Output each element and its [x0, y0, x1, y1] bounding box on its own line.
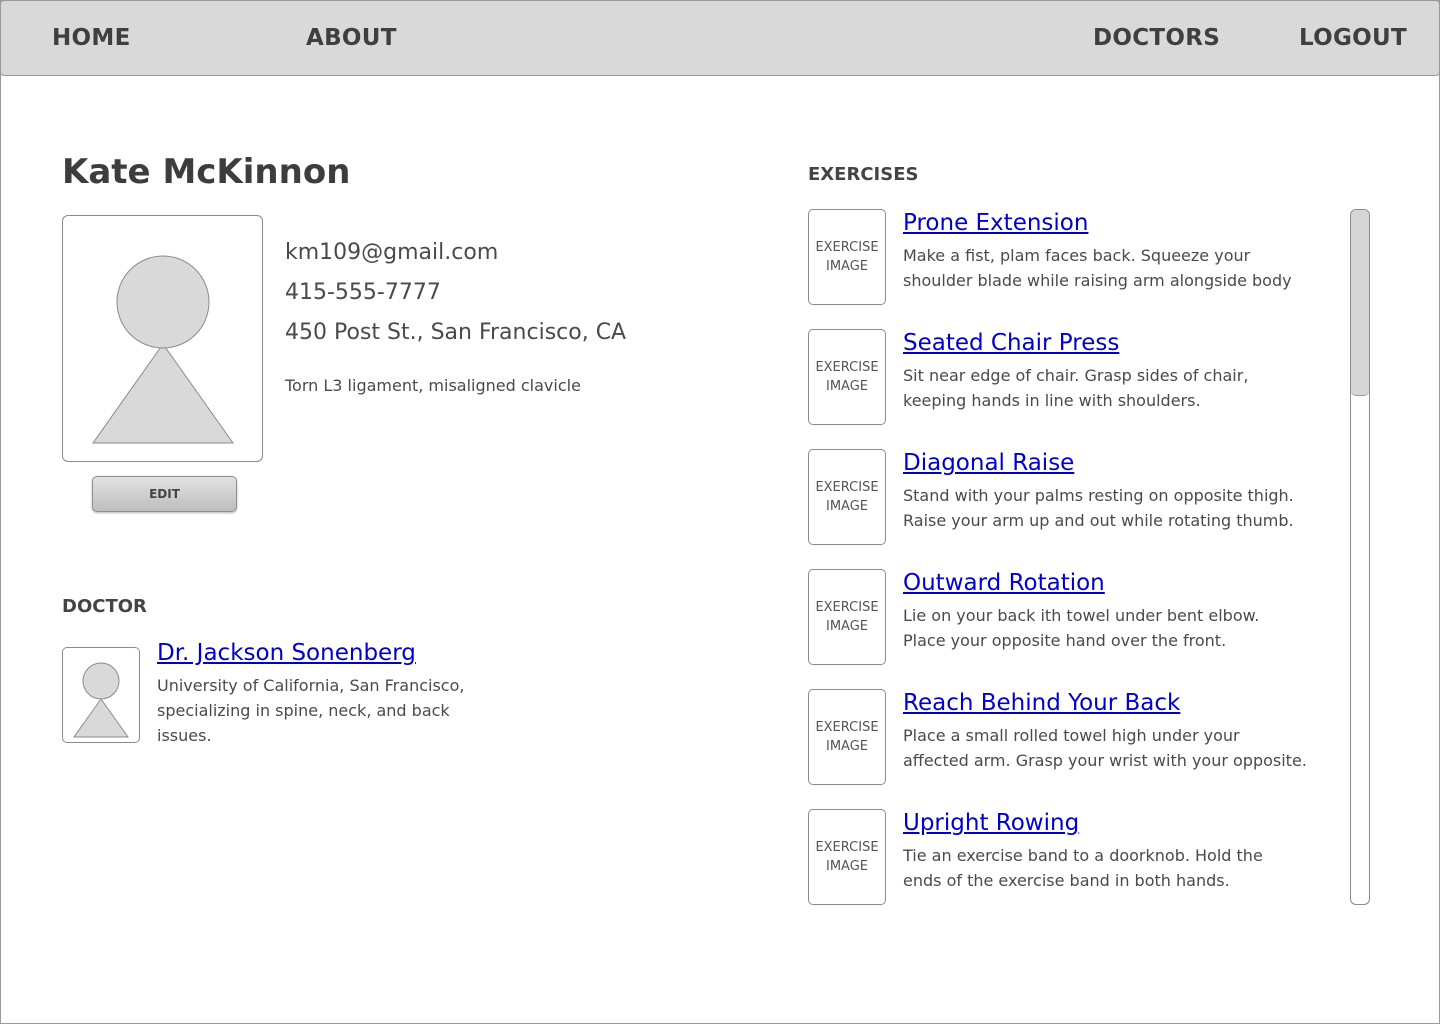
- exercise-description-line: affected arm. Grasp your wrist with your…: [903, 751, 1307, 770]
- exercise-item: EXERCISE IMAGE Seated Chair Press Sit ne…: [808, 329, 1328, 425]
- nav-logout-link[interactable]: LOGOUT: [1299, 25, 1407, 51]
- exercise-title-link[interactable]: Upright Rowing: [903, 810, 1079, 836]
- nav-home-link[interactable]: HOME: [52, 25, 131, 51]
- exercise-description: Place a small rolled towel high under yo…: [903, 723, 1333, 773]
- top-nav: HOME ABOUT DOCTORS LOGOUT: [0, 0, 1440, 76]
- scrollbar-thumb[interactable]: [1351, 210, 1369, 396]
- doctor-description-line: issues.: [157, 726, 212, 745]
- placeholder-text: IMAGE: [825, 379, 868, 394]
- nav-about-link[interactable]: ABOUT: [306, 25, 397, 51]
- exercise-description-line: keeping hands in line with shoulders.: [903, 391, 1201, 410]
- exercise-image-placeholder: EXERCISE IMAGE: [808, 689, 886, 785]
- exercise-description: Make a fist, plam faces back. Squeeze yo…: [903, 243, 1333, 293]
- patient-name: Kate McKinnon: [62, 152, 351, 192]
- exercise-item: EXERCISE IMAGE Reach Behind Your Back Pl…: [808, 689, 1328, 785]
- placeholder-text: IMAGE: [825, 499, 868, 514]
- placeholder-text: IMAGE: [825, 259, 868, 274]
- exercise-description: Sit near edge of chair. Grasp sides of c…: [903, 363, 1333, 413]
- exercise-title-link[interactable]: Outward Rotation: [903, 570, 1105, 596]
- doctor-avatar: [62, 647, 140, 743]
- placeholder-text: IMAGE: [825, 739, 868, 754]
- doctor-description: University of California, San Francisco,…: [157, 673, 497, 748]
- exercise-description-line: Place your opposite hand over the front.: [903, 631, 1227, 650]
- exercise-description-line: shoulder blade while raising arm alongsi…: [903, 271, 1292, 290]
- exercise-description-line: Raise your arm up and out while rotating…: [903, 511, 1294, 530]
- exercise-description-line: Lie on your back ith towel under bent el…: [903, 606, 1260, 625]
- person-placeholder-icon: [73, 662, 129, 738]
- doctor-section-heading: DOCTOR: [62, 596, 147, 617]
- exercise-item: EXERCISE IMAGE Outward Rotation Lie on y…: [808, 569, 1328, 665]
- exercise-title-link[interactable]: Reach Behind Your Back: [903, 690, 1180, 716]
- exercise-title-link[interactable]: Prone Extension: [903, 210, 1088, 236]
- placeholder-text: IMAGE: [825, 859, 868, 874]
- placeholder-text: EXERCISE: [815, 720, 879, 735]
- placeholder-text: EXERCISE: [815, 600, 879, 615]
- exercise-item: EXERCISE IMAGE Diagonal Raise Stand with…: [808, 449, 1328, 545]
- placeholder-text: EXERCISE: [815, 480, 879, 495]
- exercise-title-link[interactable]: Seated Chair Press: [903, 330, 1119, 356]
- exercise-description-line: ends of the exercise band in both hands.: [903, 871, 1230, 890]
- exercise-item: EXERCISE IMAGE Prone Extension Make a fi…: [808, 209, 1328, 305]
- patient-condition: Torn L3 ligament, misaligned clavicle: [285, 376, 581, 395]
- exercise-image-placeholder: EXERCISE IMAGE: [808, 209, 886, 305]
- exercise-title-link[interactable]: Diagonal Raise: [903, 450, 1074, 476]
- patient-avatar: [62, 215, 263, 462]
- patient-email: km109@gmail.com: [285, 240, 499, 265]
- exercise-image-placeholder: EXERCISE IMAGE: [808, 329, 886, 425]
- exercises-section-heading: EXERCISES: [808, 164, 919, 185]
- exercise-image-placeholder: EXERCISE IMAGE: [808, 449, 886, 545]
- person-placeholder-icon: [92, 255, 234, 444]
- exercise-description-line: Place a small rolled towel high under yo…: [903, 726, 1240, 745]
- exercise-description: Tie an exercise band to a doorknob. Hold…: [903, 843, 1333, 893]
- patient-phone: 415-555-7777: [285, 280, 441, 305]
- patient-address: 450 Post St., San Francisco, CA: [285, 320, 627, 345]
- doctor-name-link[interactable]: Dr. Jackson Sonenberg: [157, 640, 416, 666]
- placeholder-text: EXERCISE: [815, 240, 879, 255]
- doctor-description-line: University of California, San Francisco,: [157, 676, 465, 695]
- placeholder-text: IMAGE: [825, 619, 868, 634]
- doctor-description-line: specializing in spine, neck, and back: [157, 701, 450, 720]
- exercise-description-line: Tie an exercise band to a doorknob. Hold…: [903, 846, 1263, 865]
- exercise-description-line: Stand with your palms resting on opposit…: [903, 486, 1294, 505]
- exercise-description: Lie on your back ith towel under bent el…: [903, 603, 1333, 653]
- exercise-image-placeholder: EXERCISE IMAGE: [808, 809, 886, 905]
- exercise-image-placeholder: EXERCISE IMAGE: [808, 569, 886, 665]
- edit-profile-button[interactable]: EDIT: [92, 476, 237, 512]
- exercise-description: Stand with your palms resting on opposit…: [903, 483, 1333, 533]
- exercises-scrollbar[interactable]: [1350, 209, 1370, 905]
- exercise-description-line: Sit near edge of chair. Grasp sides of c…: [903, 366, 1249, 385]
- exercise-description-line: Make a fist, plam faces back. Squeeze yo…: [903, 246, 1251, 265]
- placeholder-text: EXERCISE: [815, 840, 879, 855]
- nav-doctors-link[interactable]: DOCTORS: [1093, 25, 1220, 51]
- exercise-item: EXERCISE IMAGE Upright Rowing Tie an exe…: [808, 809, 1328, 905]
- placeholder-text: EXERCISE: [815, 360, 879, 375]
